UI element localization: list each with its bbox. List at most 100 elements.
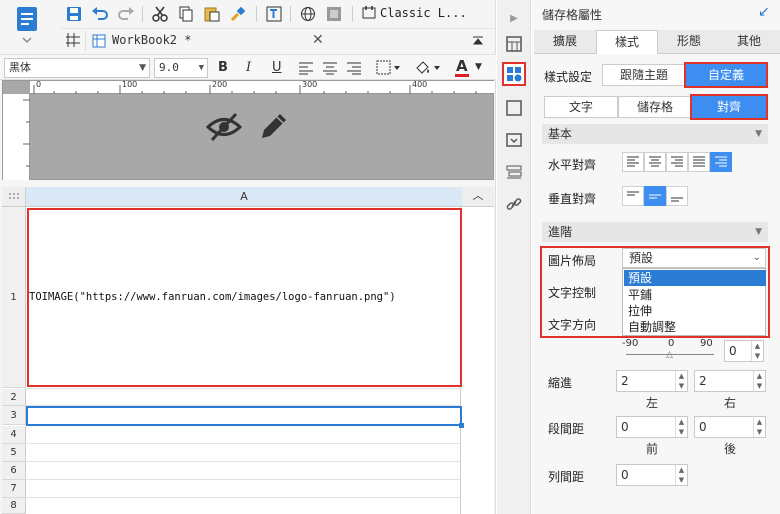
h-align-default-icon[interactable] — [710, 152, 732, 172]
font-size-value: 9.0 — [159, 61, 179, 74]
tab-form[interactable]: 形態 — [658, 30, 720, 54]
align-center-icon[interactable] — [322, 61, 338, 75]
option-default[interactable]: 預設 — [624, 270, 766, 286]
border-box-icon[interactable] — [502, 96, 526, 120]
follow-theme-button[interactable]: 跟隨主題 — [602, 64, 686, 86]
indent-right-input[interactable]: 2 ▲ ▼ — [694, 370, 766, 392]
stepper-icon[interactable]: ▲ ▼ — [751, 341, 763, 361]
cut-icon[interactable] — [150, 4, 170, 24]
app-logo-icon[interactable] — [14, 4, 42, 44]
cell-grid-icon[interactable] — [64, 31, 86, 51]
line-spacing-input[interactable]: 0 ▲ ▼ — [616, 464, 688, 486]
collapse-icon[interactable] — [470, 33, 486, 49]
italic-button[interactable]: I — [246, 60, 251, 75]
condition-format-icon[interactable] — [502, 160, 526, 184]
bold-button[interactable]: B — [218, 60, 228, 75]
cell-attributes-icon[interactable] — [502, 62, 526, 86]
subtab-text[interactable]: 文字 — [544, 96, 618, 118]
save-icon[interactable] — [64, 4, 84, 24]
globe-icon[interactable] — [298, 4, 318, 24]
eye-off-icon[interactable] — [205, 110, 243, 144]
rotation-input[interactable]: 0 ▲ ▼ — [724, 340, 764, 362]
line-spacing-value: 0 — [621, 468, 629, 482]
stepper-icon[interactable]: ▲ ▼ — [675, 465, 687, 485]
undo-icon[interactable] — [90, 4, 110, 24]
fill-handle[interactable] — [459, 423, 464, 428]
h-align-left-icon[interactable] — [622, 152, 644, 172]
para-after-input[interactable]: 0 ▲ ▼ — [694, 416, 766, 438]
option-stretch[interactable]: 拉伸 — [624, 303, 766, 319]
h-align-right-icon[interactable] — [666, 152, 688, 172]
image-icon[interactable] — [324, 4, 344, 24]
fill-color-icon[interactable] — [414, 59, 442, 77]
v-align-top-icon[interactable] — [622, 186, 644, 206]
stepper-icon[interactable]: ▲ ▼ — [675, 417, 687, 437]
hyperlink-icon[interactable] — [502, 192, 526, 216]
column-header-a[interactable]: A — [26, 187, 462, 207]
v-align-bottom-icon[interactable] — [666, 186, 688, 206]
advanced-section-header[interactable]: 進階 ▼ — [542, 222, 768, 242]
main-toolbar: Classic L... — [60, 0, 496, 28]
stepper-icon[interactable]: ▲ ▼ — [753, 371, 765, 391]
image-layout-select[interactable]: 預設 ⌄ — [622, 248, 766, 268]
close-tab-icon[interactable]: ✕ — [312, 32, 324, 48]
option-auto-fit[interactable]: 自動調整 — [624, 319, 766, 335]
font-color-button[interactable]: A — [456, 57, 468, 75]
align-right-icon[interactable] — [346, 61, 362, 75]
stepper-icon[interactable]: ▲ ▼ — [675, 371, 687, 391]
h-align-justify-icon[interactable] — [688, 152, 710, 172]
para-before-input[interactable]: 0 ▲ ▼ — [616, 416, 688, 438]
theme-icon[interactable] — [360, 4, 380, 24]
indent-label: 縮進 — [548, 376, 573, 390]
subtab-align[interactable]: 對齊 — [692, 96, 766, 118]
widget-icon[interactable] — [502, 128, 526, 152]
align-left-icon[interactable] — [298, 61, 314, 75]
copy-icon[interactable] — [176, 4, 196, 24]
h-align-label: 水平對齊 — [548, 158, 597, 172]
redo-icon[interactable] — [116, 4, 136, 24]
tab-other[interactable]: 其他 — [718, 30, 780, 54]
font-size-select[interactable]: 9.0 ▼ — [154, 58, 208, 78]
text-frame-icon[interactable] — [264, 4, 284, 24]
chevron-down-icon[interactable]: ▼ — [475, 62, 482, 72]
h-align-center-icon[interactable] — [644, 152, 666, 172]
row-header[interactable]: 1 — [2, 207, 26, 388]
edit-pencil-icon[interactable] — [258, 110, 290, 142]
tab-style[interactable]: 樣式 — [596, 30, 658, 54]
selected-cell-a3[interactable] — [26, 406, 462, 426]
row-header[interactable]: 3 — [2, 406, 26, 425]
select-all-corner[interactable] — [2, 187, 26, 207]
row-header[interactable]: 7 — [2, 480, 26, 498]
cell-preview-area — [2, 80, 494, 180]
tab-expand[interactable]: 擴展 — [534, 30, 596, 54]
horizontal-ruler: 0 100 200 300 400 — [30, 80, 494, 94]
paste-icon[interactable] — [202, 4, 222, 24]
format-painter-icon[interactable] — [228, 4, 248, 24]
scroll-up-icon[interactable]: ︿ — [462, 187, 494, 207]
basic-section-header[interactable]: 基本 ▼ — [542, 124, 768, 144]
indent-left-input[interactable]: 2 ▲ ▼ — [616, 370, 688, 392]
row-header[interactable]: 5 — [2, 444, 26, 462]
subtab-cell[interactable]: 儲存格 — [618, 96, 692, 118]
cell-element-icon[interactable] — [502, 32, 526, 56]
stepper-icon[interactable]: ▲ ▼ — [753, 417, 765, 437]
row-header[interactable]: 4 — [2, 426, 26, 444]
rotation-slider-thumb[interactable]: △ — [666, 350, 673, 360]
ruler-label: 0 — [36, 80, 42, 89]
theme-name[interactable]: Classic L... — [380, 6, 467, 20]
row-gridline — [26, 461, 460, 462]
row-header[interactable]: 6 — [2, 462, 26, 480]
option-tile[interactable]: 平鋪 — [624, 287, 766, 303]
font-name-select[interactable]: 黑体 ▼ — [4, 58, 150, 78]
row-header[interactable]: 2 — [2, 389, 26, 406]
cell-a1-formula[interactable]: TOIMAGE("https://www.fanruan.com/images/… — [29, 291, 396, 303]
underline-button[interactable]: U — [272, 60, 282, 75]
row-header[interactable]: 8 — [2, 498, 26, 514]
border-select-icon[interactable] — [376, 60, 402, 76]
collapse-panel-icon[interactable]: ↙ — [758, 4, 770, 20]
v-align-middle-icon[interactable] — [644, 186, 666, 206]
ruler-label: 300 — [302, 80, 318, 89]
workbook-tab-label[interactable]: WorkBook2 * — [112, 33, 191, 47]
custom-style-button[interactable]: 自定義 — [686, 64, 766, 86]
expand-arrow-icon[interactable]: ▶ — [502, 6, 526, 30]
